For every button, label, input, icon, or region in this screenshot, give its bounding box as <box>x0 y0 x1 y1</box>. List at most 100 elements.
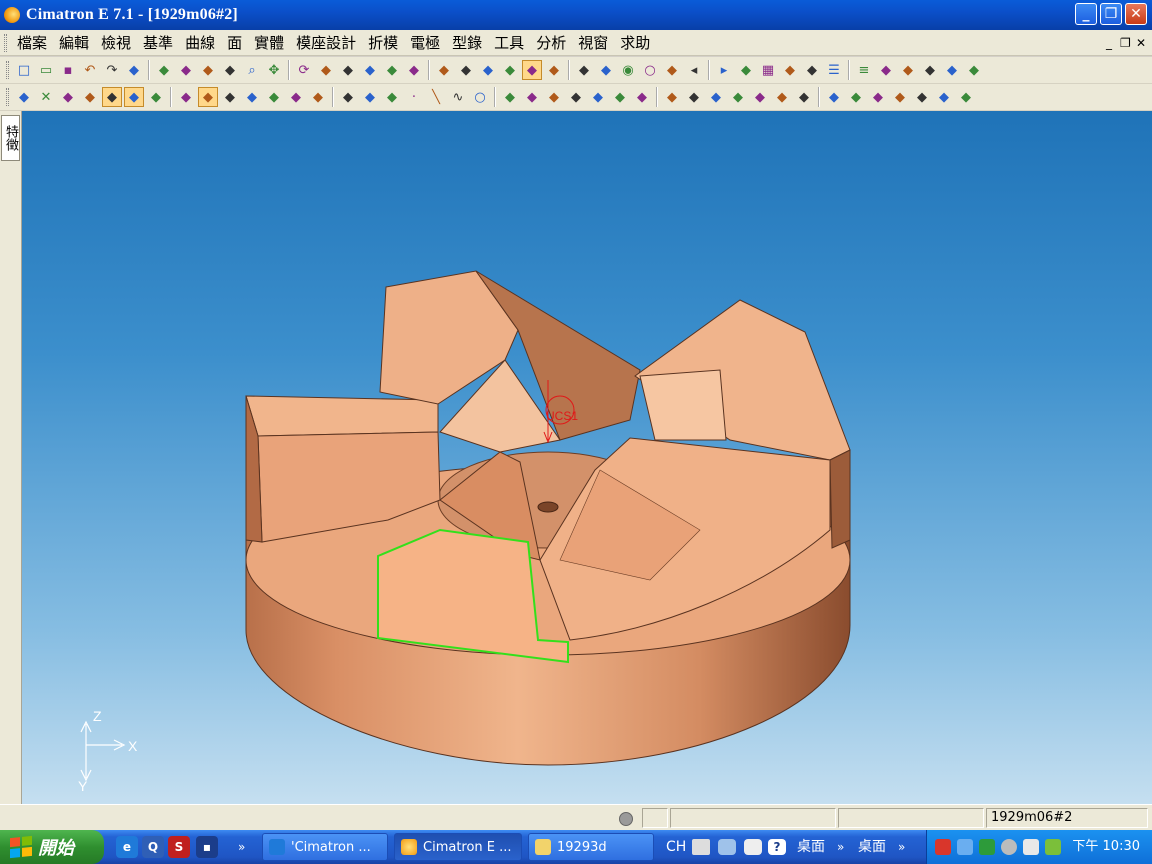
prev-icon[interactable]: ◂ <box>684 60 704 80</box>
desktop-toolbar-2[interactable]: 桌面 <box>858 830 886 864</box>
bottom-view-icon[interactable]: ◆ <box>434 60 454 80</box>
mdi-restore-button[interactable]: ❐ <box>1120 30 1131 56</box>
offset-curve-icon[interactable]: ◆ <box>500 87 520 107</box>
subtract-icon[interactable]: ◆ <box>912 87 932 107</box>
light-on-icon[interactable]: ◉ <box>618 60 638 80</box>
next-icon[interactable]: ▸ <box>714 60 734 80</box>
pen-input-icon[interactable] <box>718 839 736 855</box>
menu-mold-base[interactable]: 模座設計 <box>290 30 362 56</box>
offset-face-icon[interactable]: ◆ <box>750 87 770 107</box>
zoom-all-icon[interactable]: ◆ <box>198 60 218 80</box>
help-icon[interactable]: ? <box>768 839 786 855</box>
face-filter-icon[interactable]: ◆ <box>102 87 122 107</box>
feature-tab[interactable]: 特徵 <box>1 115 20 161</box>
select-mode-icon[interactable]: ◆ <box>14 87 34 107</box>
menu-analysis[interactable]: 分析 <box>530 30 572 56</box>
x-filter-icon[interactable]: ◆ <box>176 87 196 107</box>
toolbar-expand-icon[interactable]: » <box>898 830 905 864</box>
menu-curve[interactable]: 曲線 <box>179 30 221 56</box>
undo-icon[interactable]: ↶ <box>80 60 100 80</box>
circle-snap-icon[interactable]: ◆ <box>920 60 940 80</box>
refresh-icon[interactable]: ◆ <box>154 60 174 80</box>
menu-help[interactable]: 求助 <box>614 30 656 56</box>
list-icon[interactable]: ◆ <box>264 87 284 107</box>
volume-icon[interactable] <box>1001 839 1017 855</box>
menu-grip[interactable] <box>4 33 7 52</box>
glasses-icon[interactable]: ◆ <box>124 60 144 80</box>
title-bar[interactable]: Cimatron E 7.1 - [1929m06#2] _ ❐ ✕ <box>0 0 1152 30</box>
toolbar-grip[interactable] <box>6 88 9 106</box>
back-view-icon[interactable]: ◆ <box>404 60 424 80</box>
keyboard-icon[interactable] <box>692 839 710 855</box>
redo-icon[interactable]: ↷ <box>102 60 122 80</box>
boolean-icon[interactable]: ◆ <box>868 87 888 107</box>
sketch-icon[interactable]: ◆ <box>360 87 380 107</box>
nvidia-icon[interactable] <box>1045 839 1061 855</box>
graphics-viewport[interactable]: UCS1 Z X Y <box>22 111 1152 804</box>
ie-quicklaunch-icon[interactable]: e <box>116 836 138 858</box>
view-lock-icon[interactable]: ◆ <box>500 60 520 80</box>
model-view[interactable]: UCS1 Z X Y <box>22 111 1152 804</box>
menu-window[interactable]: 視窗 <box>572 30 614 56</box>
display-icon[interactable] <box>1023 839 1039 855</box>
shaded-icon[interactable]: ◆ <box>522 60 542 80</box>
sweep-icon[interactable]: ◆ <box>662 87 682 107</box>
grid-icon[interactable]: ▦ <box>758 60 778 80</box>
zoom-area-icon[interactable]: ◆ <box>220 60 240 80</box>
revolve-icon[interactable]: ◆ <box>632 87 652 107</box>
extend-face-icon[interactable]: ◆ <box>772 87 792 107</box>
wireframe-icon[interactable]: ◆ <box>544 60 564 80</box>
copy-icon[interactable]: ◆ <box>220 87 240 107</box>
toolbar-grip[interactable] <box>6 61 9 79</box>
light-off-icon[interactable]: ◆ <box>662 60 682 80</box>
loft-icon[interactable]: ◆ <box>684 87 704 107</box>
task-cimatron-ie[interactable]: 'Cimatron ... <box>262 833 388 861</box>
ime-tool-icon[interactable] <box>744 839 762 855</box>
menu-view[interactable]: 檢視 <box>95 30 137 56</box>
eraser-icon[interactable]: ◆ <box>964 60 984 80</box>
trim-icon[interactable]: ◆ <box>544 87 564 107</box>
cimatron-app-icon[interactable] <box>4 7 20 23</box>
front-view-icon[interactable]: ◆ <box>338 60 358 80</box>
pencil-icon[interactable]: ◆ <box>898 60 918 80</box>
restore-button[interactable]: ❐ <box>1100 3 1122 25</box>
light-icon[interactable]: ○ <box>640 60 660 80</box>
mirror-icon[interactable]: ◆ <box>308 87 328 107</box>
edge-filter-icon[interactable]: ◆ <box>124 87 144 107</box>
paint-icon[interactable]: ◆ <box>802 60 822 80</box>
clock[interactable]: 下午 10:30 <box>1072 830 1140 864</box>
spline-icon[interactable]: ∿ <box>448 87 468 107</box>
line-width-icon[interactable]: ≡ <box>854 60 874 80</box>
layer-icon[interactable]: ◆ <box>736 60 756 80</box>
menu-electrode[interactable]: 電極 <box>404 30 446 56</box>
pen-icon[interactable]: ◆ <box>876 60 896 80</box>
save-icon[interactable]: ▪ <box>58 60 78 80</box>
open-folder-icon[interactable]: ▭ <box>36 60 56 80</box>
render-icon[interactable]: ◆ <box>596 60 616 80</box>
join-icon[interactable]: ◆ <box>588 87 608 107</box>
antivirus-icon[interactable] <box>979 839 995 855</box>
line-style-icon[interactable]: ☰ <box>824 60 844 80</box>
menu-face[interactable]: 面 <box>221 30 248 56</box>
draft-icon[interactable]: ◆ <box>824 87 844 107</box>
right-view-icon[interactable]: ◆ <box>382 60 402 80</box>
task-folder-19293d[interactable]: 19293d <box>528 833 654 861</box>
zoom-window-icon[interactable]: ◆ <box>176 60 196 80</box>
chamfer-icon[interactable]: ◆ <box>934 87 954 107</box>
transform-icon[interactable]: ◆ <box>286 87 306 107</box>
messenger-quicklaunch-icon[interactable]: Q <box>142 836 164 858</box>
shell-filter-icon[interactable]: ◆ <box>198 87 218 107</box>
left-view-icon[interactable]: ◆ <box>456 60 476 80</box>
menu-parting[interactable]: 折模 <box>362 30 404 56</box>
start-button[interactable]: 開始 <box>0 830 104 864</box>
profile-icon[interactable]: ◆ <box>382 87 402 107</box>
mdi-minimize-button[interactable]: _ <box>1106 30 1112 56</box>
language-indicator[interactable]: CH <box>666 830 686 864</box>
desktop-toolbar-1[interactable]: 桌面 <box>797 830 825 864</box>
menu-tools[interactable]: 工具 <box>488 30 530 56</box>
drive-icon[interactable]: ◆ <box>728 87 748 107</box>
zoom-icon[interactable]: ⌕ <box>242 60 262 80</box>
tool-icon[interactable] <box>957 839 973 855</box>
menu-file[interactable]: 檔案 <box>11 30 53 56</box>
shell-icon[interactable]: ◆ <box>846 87 866 107</box>
